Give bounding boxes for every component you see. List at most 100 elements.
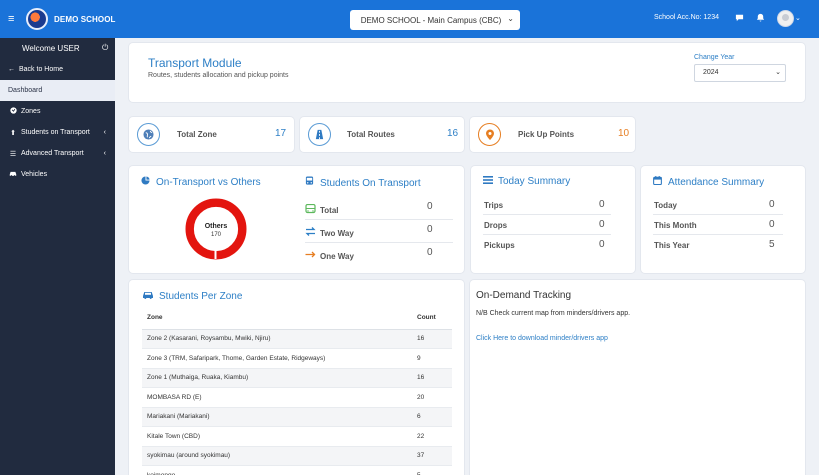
students-transport-icon: ⬆ <box>10 129 16 137</box>
students-per-zone-title: Students Per Zone <box>159 291 243 302</box>
divider <box>305 242 453 243</box>
card-title: Students On Transport <box>305 176 421 189</box>
year-select-value: 2024 <box>703 69 719 76</box>
attendance-summary-card: Attendance Summary Today 0 This Month 0 … <box>641 166 805 273</box>
count-cell: 16 <box>412 329 452 349</box>
card-title: Students Per Zone <box>142 290 242 302</box>
count-cell: 5 <box>412 465 452 475</box>
zone-cell: Kitale Town (CBD) <box>142 426 412 447</box>
campus-select-value: DEMO SCHOOL - Main Campus (CBC) <box>360 15 502 25</box>
advanced-transport-icon: ☰ <box>9 150 17 158</box>
sidebar-item-vehicles[interactable]: Vehicles <box>0 164 115 185</box>
bell-icon[interactable] <box>755 13 765 23</box>
map-pin-icon <box>478 123 501 146</box>
card-title: On-Transport vs Others <box>141 176 261 188</box>
chat-icon[interactable] <box>734 13 744 23</box>
zone-cell: Zone 1 (Muthaiga, Ruaka, Kiambu) <box>142 368 412 388</box>
sidebar-item-zones[interactable]: Zones <box>0 101 115 122</box>
one-way-arrow-icon <box>305 251 317 261</box>
top-bar: ≡ DEMO SCHOOL DEMO SCHOOL - Main Campus … <box>0 0 819 38</box>
divider <box>483 234 611 235</box>
zone-cell: MOMBASA RD (E) <box>142 387 412 408</box>
table-row: Zone 1 (Muthaiga, Ruaka, Kiambu) 16 <box>142 368 452 388</box>
stat-label: Total Zone <box>177 130 217 139</box>
count-cell: 22 <box>412 426 452 447</box>
row-label: Trips <box>484 201 504 210</box>
divider <box>653 214 783 215</box>
row-value: 0 <box>427 201 433 212</box>
stat-label: Total Routes <box>347 130 395 139</box>
table-row: Kitale Town (CBD) 22 <box>142 426 452 447</box>
sidebar-item-label: Advanced Transport <box>21 150 84 157</box>
zone-cell: Mariakani (Mariakani) <box>142 407 412 427</box>
power-icon[interactable]: ⏻ <box>102 43 108 53</box>
account-number: School Acc.No: 1234 <box>654 14 719 21</box>
car-icon <box>8 170 18 179</box>
sidebar-item-advanced-transport[interactable]: ☰ Advanced Transport ‹ <box>0 143 115 164</box>
hamburger-menu-icon[interactable]: ≡ <box>8 13 22 25</box>
count-cell: 9 <box>412 348 452 369</box>
zone-cell: koimongo <box>142 465 412 475</box>
road-icon <box>308 123 331 146</box>
sidebar-item-label: Zones <box>21 108 41 115</box>
table-row: MOMBASA RD (E) 20 <box>142 387 452 408</box>
stat-pick-up-points: Pick Up Points 10 <box>470 117 635 152</box>
donut-gap <box>214 250 217 259</box>
stat-total-routes: Total Routes 16 <box>300 117 464 152</box>
stat-total-zone: Total Zone 17 <box>129 117 294 152</box>
pie-chart-icon <box>141 176 153 187</box>
stat-value: 16 <box>447 128 459 139</box>
transport-module-header: Transport Module Routes, students alloca… <box>129 43 805 102</box>
chevron-down-icon: ⌄ <box>775 69 781 76</box>
avatar-chevron-icon[interactable]: ⌄ <box>795 14 801 22</box>
today-summary-title: Today Summary <box>498 176 571 187</box>
stat-value: 10 <box>618 128 630 139</box>
campus-select[interactable]: DEMO SCHOOL - Main Campus (CBC) ⌄ <box>350 10 520 30</box>
row-value: 0 <box>769 199 775 210</box>
row-value: 0 <box>427 247 433 258</box>
zones-table: Zone Count Zone 2 (Kasarani, Roysambu, M… <box>142 307 452 475</box>
row-value: 0 <box>599 199 605 210</box>
column-header-count[interactable]: Count <box>412 307 452 330</box>
back-to-home-label: Back to Home <box>19 65 63 73</box>
donut-label: Others <box>204 223 228 230</box>
tracking-title: On-Demand Tracking <box>476 290 572 301</box>
page-subtitle: Routes, students allocation and pickup p… <box>148 72 289 79</box>
table-row: syokimau (around syokimau) 37 <box>142 446 452 466</box>
row-value: 0 <box>599 219 605 230</box>
bus-icon <box>305 176 317 188</box>
table-row: Zone 2 (Kasarani, Roysambu, Mwiki, Njiru… <box>142 329 452 349</box>
column-header-zone[interactable]: Zone <box>142 307 412 330</box>
row-label: This Month <box>654 221 697 230</box>
card-title: Today Summary <box>483 176 570 187</box>
year-select[interactable]: 2024 ⌄ <box>694 64 786 82</box>
download-app-link[interactable]: Click Here to download minder/drivers ap… <box>476 335 608 342</box>
on-demand-tracking-card: On-Demand Tracking N/B Check current map… <box>470 280 805 475</box>
chevron-down-icon: ⌄ <box>507 14 514 23</box>
divider <box>653 234 783 235</box>
stat-value: 17 <box>275 128 287 139</box>
on-transport-donut: Others 170 <box>185 198 247 260</box>
tracking-note: N/B Check current map from minders/drive… <box>476 310 631 317</box>
sidebar-item-students-on-transport[interactable]: ⬆ Students on Transport ‹ <box>0 122 115 143</box>
today-summary-card: Today Summary Trips 0 Drops 0 Pickups 0 <box>471 166 635 273</box>
sidebar: Welcome USER ⏻ ← Back to Home Dashboard … <box>0 38 115 475</box>
row-value: 0 <box>427 224 433 235</box>
count-cell: 6 <box>412 407 452 427</box>
school-logo <box>26 8 48 30</box>
transport-overview-card: On-Transport vs Others Others 170 Studen… <box>129 166 464 273</box>
table-header-row: Zone Count <box>142 307 452 330</box>
row-label: Two Way <box>320 229 354 238</box>
list-icon <box>483 176 495 186</box>
sidebar-item-dashboard[interactable]: Dashboard <box>0 80 115 101</box>
sidebar-item-label: Dashboard <box>8 87 43 94</box>
count-cell: 37 <box>412 446 452 466</box>
user-avatar[interactable] <box>777 10 794 27</box>
two-way-arrows-icon <box>305 227 317 237</box>
back-to-home-link[interactable]: ← Back to Home <box>0 58 115 80</box>
chevron-left-icon: ‹ <box>103 129 106 136</box>
row-label: One Way <box>320 252 354 261</box>
students-per-zone-card: Students Per Zone Zone Count Zone 2 (Kas… <box>129 280 464 475</box>
welcome-row: Welcome USER ⏻ <box>0 38 115 58</box>
stat-label: Pick Up Points <box>518 130 575 139</box>
